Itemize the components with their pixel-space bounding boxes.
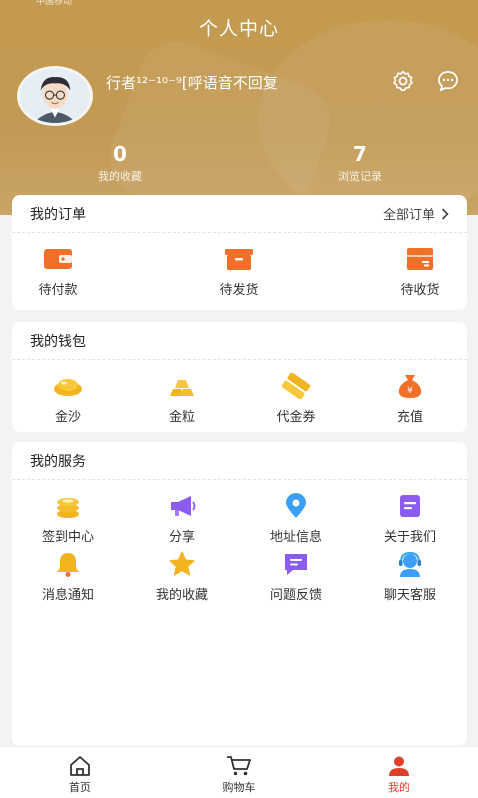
order-pending-payment[interactable]: 待付款	[8, 245, 108, 298]
service-label: 地址信息	[269, 530, 322, 545]
service-favorites[interactable]: 我的收藏	[132, 550, 232, 603]
megaphone-icon	[166, 492, 198, 520]
coupon-icon	[280, 372, 312, 400]
svg-text:¥: ¥	[407, 386, 413, 396]
order-label: 待发货	[219, 283, 259, 298]
service-checkin[interactable]: 签到中心	[18, 492, 118, 545]
wallet-header: 我的钱包	[12, 322, 467, 360]
cart-icon	[227, 756, 251, 776]
stat-label: 浏览记录	[338, 170, 382, 183]
wallet-label: 充值	[396, 410, 423, 425]
service-about[interactable]: 关于我们	[360, 492, 460, 545]
services-title: 我的服务	[30, 453, 86, 470]
tab-label: 我的	[388, 781, 410, 794]
service-notifications[interactable]: 消息通知	[18, 550, 118, 603]
document-icon	[394, 492, 426, 520]
service-label: 分享	[168, 530, 195, 545]
order-label: 待付款	[38, 283, 78, 298]
all-orders-link[interactable]: 全部订单	[383, 204, 449, 223]
avatar[interactable]	[17, 66, 93, 126]
service-label: 我的收藏	[155, 588, 208, 603]
tab-home[interactable]: 首页	[40, 755, 120, 795]
gold-sand-icon	[52, 372, 84, 400]
orders-card: 我的订单 全部订单 待付款 待发货 待收货	[12, 195, 467, 310]
avatar-image	[20, 69, 90, 123]
service-label: 问题反馈	[269, 588, 322, 603]
wallet-label: 代金券	[276, 410, 316, 425]
user-icon	[389, 756, 409, 776]
orders-header: 我的订单 全部订单	[12, 195, 467, 233]
orders-title: 我的订单	[30, 206, 86, 223]
tab-mine[interactable]: 我的	[359, 755, 439, 795]
wallet-title: 我的钱包	[30, 333, 86, 350]
tab-label: 首页	[69, 781, 91, 794]
wallet-label: 金粒	[168, 410, 195, 425]
service-label: 签到中心	[41, 530, 94, 545]
service-label: 聊天客服	[383, 588, 436, 603]
stat-label: 我的收藏	[98, 170, 142, 183]
wallet-coupon[interactable]: 代金券	[246, 372, 346, 425]
tab-label: 购物车	[222, 781, 256, 794]
coins-icon	[52, 492, 84, 520]
services-card: 我的服务 签到中心 分享 地址信息 关于我们 消息通知 我的收藏 问题反馈 聊天…	[12, 442, 467, 746]
service-label: 关于我们	[383, 530, 436, 545]
services-header: 我的服务	[12, 442, 467, 480]
order-pending-receipt[interactable]: 待收货	[370, 245, 470, 298]
settings-icon[interactable]	[390, 68, 416, 94]
bell-icon	[52, 550, 84, 578]
box-icon	[223, 245, 255, 273]
stat-favorites[interactable]: 0 我的收藏	[60, 142, 180, 184]
package-icon	[404, 245, 436, 273]
service-share[interactable]: 分享	[132, 492, 232, 545]
chevron-right-icon	[441, 207, 449, 220]
wallet-gold-sand[interactable]: 金沙	[18, 372, 118, 425]
wallet-label: 金沙	[54, 410, 81, 425]
home-icon	[70, 756, 90, 776]
all-orders-label: 全部订单	[382, 208, 435, 223]
tab-cart[interactable]: 购物车	[199, 755, 279, 795]
order-label: 待收货	[400, 283, 440, 298]
stat-value: 0	[113, 142, 127, 166]
wallet-gold-bars[interactable]: 金粒	[132, 372, 232, 425]
username: 行者¹²⁻¹⁰⁻⁹[呼语音不回复	[106, 74, 278, 92]
page-title: 个人中心	[198, 18, 279, 40]
star-icon	[166, 550, 198, 578]
service-label: 消息通知	[41, 588, 94, 603]
money-bag-icon: ¥	[394, 372, 426, 400]
gold-bars-icon	[166, 372, 198, 400]
bottom-tab-bar: 首页 购物车 我的	[0, 746, 478, 798]
service-address[interactable]: 地址信息	[246, 492, 346, 545]
location-icon	[280, 492, 312, 520]
feedback-icon	[280, 550, 312, 578]
wallet-card: 我的钱包 金沙 金粒 代金券 ¥ 充值	[12, 322, 467, 432]
service-chat-support[interactable]: 聊天客服	[360, 550, 460, 603]
customer-service-icon	[394, 550, 426, 578]
stat-value: 7	[353, 142, 367, 166]
order-pending-shipment[interactable]: 待发货	[189, 245, 289, 298]
wallet-icon	[42, 245, 74, 273]
profile-header: 中国移动 个人中心 行者¹²⁻¹⁰⁻⁹[呼语音不回复 0 我的收藏 7 浏览记录	[0, 0, 478, 215]
message-icon[interactable]	[435, 68, 461, 94]
service-feedback[interactable]: 问题反馈	[246, 550, 346, 603]
wallet-recharge[interactable]: ¥ 充值	[360, 372, 460, 425]
carrier-label: 中国移动	[36, 0, 73, 7]
stat-history[interactable]: 7 浏览记录	[300, 142, 420, 184]
